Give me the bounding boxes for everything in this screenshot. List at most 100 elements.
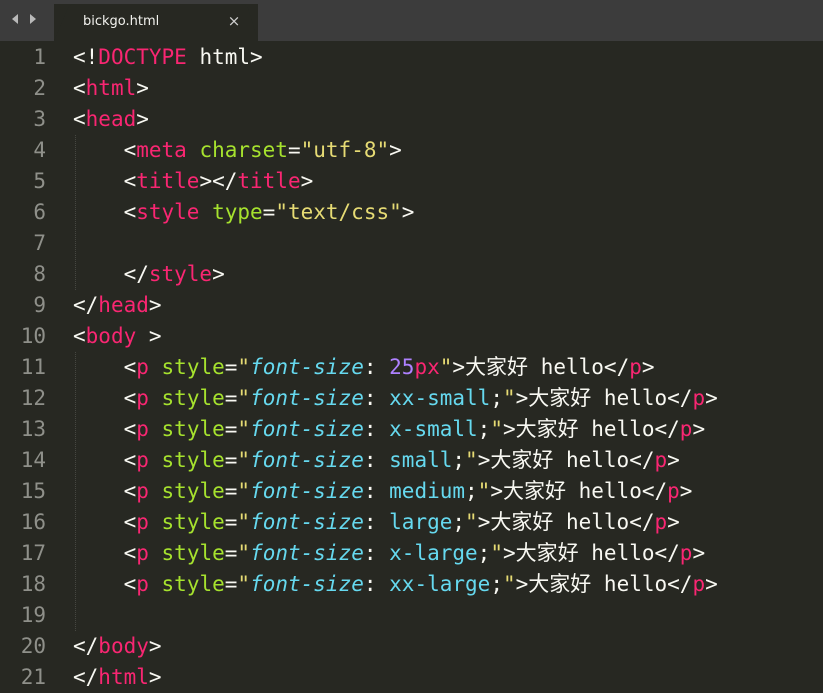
code-line[interactable]: <!DOCTYPE html> (73, 42, 263, 73)
code-punctuation: = (224, 355, 238, 379)
code-punctuation: > (515, 386, 529, 410)
code-string: " (439, 355, 453, 379)
line-number: 20 (20, 634, 46, 658)
code-line[interactable]: <p style="font-size: x-large;">大家好 hello… (73, 538, 706, 569)
code-line[interactable]: <p style="font-size: xx-small;">大家好 hell… (73, 383, 718, 414)
code-punctuation: </ (629, 448, 655, 472)
code-css-property: font-size (250, 417, 364, 441)
line-number: 13 (20, 417, 46, 441)
code-tag-name: p (667, 479, 680, 503)
line-number: 1 (33, 45, 46, 69)
close-icon[interactable]: × (226, 10, 242, 32)
code-line[interactable]: </head> (73, 290, 162, 321)
code-line[interactable]: <p style="font-size: x-small;">大家好 hello… (73, 414, 706, 445)
code-line[interactable]: <body > (73, 321, 162, 352)
chevron-left-icon[interactable] (8, 9, 22, 29)
line-number: 10 (20, 324, 46, 348)
code-line[interactable]: <html> (73, 73, 149, 104)
code-punctuation: < (73, 107, 86, 131)
line-number: 12 (20, 386, 46, 410)
code-line[interactable]: </body> (73, 631, 162, 662)
code-tag-name: p (692, 386, 706, 410)
code-punctuation: > (389, 138, 402, 162)
tab-bickgo-html[interactable]: bickgo.html × (54, 4, 258, 41)
code-punctuation: > (212, 262, 225, 286)
code-punctuation: = (224, 510, 238, 534)
code-attribute: style (161, 541, 225, 565)
code-line[interactable]: </html> (73, 662, 162, 693)
code-punctuation: = (224, 448, 238, 472)
line-number: 4 (33, 138, 46, 162)
code-punctuation (149, 510, 162, 534)
code-punctuation: </ (654, 417, 680, 441)
code-tag-name: style (136, 200, 200, 224)
code-punctuation: < (73, 417, 137, 441)
code-punctuation: > (148, 665, 162, 689)
code-tag-name: head (85, 107, 137, 131)
code-punctuation: > (136, 76, 149, 100)
code-line[interactable]: <p style="font-size: large;">大家好 hello</… (73, 507, 680, 538)
code-punctuation: < (73, 76, 86, 100)
code-punctuation: ; (452, 448, 466, 472)
code-line[interactable]: <p style="font-size: small;">大家好 hello</… (73, 445, 680, 476)
code-tag-name: body (98, 634, 149, 658)
code-tag-name: title (237, 169, 301, 193)
code-text: 大家好 hello (465, 355, 604, 379)
code-punctuation (187, 138, 200, 162)
code-punctuation: : (363, 510, 390, 534)
code-punctuation (199, 200, 212, 224)
code-punctuation: ; (477, 541, 491, 565)
code-string: " (237, 386, 251, 410)
code-punctuation: > (452, 355, 466, 379)
code-punctuation: > (300, 169, 314, 193)
code-css-value: x-large (389, 541, 478, 565)
code-punctuation: ; (465, 479, 478, 503)
code-text: 大家好 hello (502, 479, 642, 503)
code-punctuation: > (148, 293, 162, 317)
code-line[interactable]: <head> (73, 104, 149, 135)
code-punctuation: < (73, 572, 137, 596)
code-line[interactable]: <p style="font-size: 25px">大家好 hello</p> (73, 352, 655, 383)
code-line[interactable]: <title></title> (73, 166, 314, 197)
code-css-property: font-size (250, 479, 364, 503)
code-punctuation: </ (667, 386, 693, 410)
code-punctuation: > (136, 107, 149, 131)
indent-guide (75, 135, 77, 290)
code-css-value: x-small (389, 417, 478, 441)
code-punctuation: = (224, 541, 238, 565)
code-line[interactable]: <style type="text/css"> (73, 197, 415, 228)
code-punctuation: </ (667, 572, 693, 596)
code-tag-name: p (629, 355, 642, 379)
code-css-value: large (389, 510, 453, 534)
code-number: 25 (389, 355, 415, 379)
code-line[interactable]: <meta charset="utf-8"> (73, 135, 402, 166)
code-tag-name: p (136, 479, 149, 503)
code-tag-name: p (136, 355, 149, 379)
code-tag-name: p (692, 572, 706, 596)
code-punctuation: < (73, 324, 86, 348)
code-punctuation: : (363, 572, 390, 596)
code-string: " (237, 355, 251, 379)
chevron-right-icon[interactable] (26, 9, 40, 29)
code-punctuation: < (73, 479, 137, 503)
code-text: 大家好 hello (515, 417, 655, 441)
code-tag-name: p (136, 510, 149, 534)
code-string: " (502, 572, 516, 596)
code-text: 大家好 hello (528, 572, 668, 596)
code-string: "text/css" (275, 200, 402, 224)
code-punctuation: < (73, 541, 137, 565)
line-number: 11 (20, 355, 46, 379)
code-css-property: font-size (250, 448, 364, 472)
code-attribute: style (161, 386, 225, 410)
code-punctuation: = (224, 572, 238, 596)
code-line[interactable]: </style> (73, 259, 225, 290)
code-css-property: font-size (250, 572, 364, 596)
code-string: "utf-8" (300, 138, 390, 162)
code-line[interactable]: <p style="font-size: medium;">大家好 hello<… (73, 476, 693, 507)
code-text: 大家好 hello (490, 448, 630, 472)
code-tag-name: p (679, 541, 693, 565)
code-editor[interactable]: 1 <!DOCTYPE html> 2 <html> 3 <head> 4 <meta ch… (0, 41, 823, 691)
code-punctuation: > (477, 510, 491, 534)
code-line[interactable]: <p style="font-size: xx-large;">大家好 hell… (73, 569, 718, 600)
line-number: 16 (20, 510, 46, 534)
